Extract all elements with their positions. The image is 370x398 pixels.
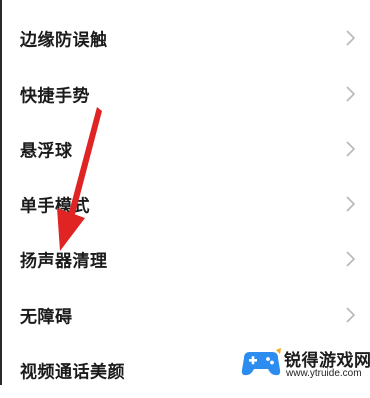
settings-item-label: 视频通话美颜 bbox=[20, 362, 125, 383]
settings-item-label: 悬浮球 bbox=[20, 141, 73, 162]
chevron-right-icon bbox=[343, 307, 357, 323]
settings-item-floating-ball[interactable]: 悬浮球 bbox=[0, 121, 370, 177]
chevron-right-icon bbox=[343, 30, 357, 46]
settings-item-label: 快捷手势 bbox=[20, 86, 90, 107]
chevron-right-icon bbox=[343, 196, 357, 212]
settings-item-label: 无障碍 bbox=[20, 307, 73, 328]
gamepad-icon bbox=[240, 348, 282, 378]
settings-item-accessibility[interactable]: 无障碍 bbox=[0, 287, 370, 343]
settings-list: 边缘防误触 快捷手势 悬浮球 单手模式 扬声器清理 无障碍 视频通话美颜 bbox=[0, 0, 370, 385]
chevron-right-icon bbox=[343, 141, 357, 157]
settings-item-label: 扬声器清理 bbox=[20, 251, 108, 272]
watermark-url: www.ytruide.com bbox=[286, 368, 362, 379]
chevron-right-icon bbox=[343, 251, 357, 267]
settings-item-label: 单手模式 bbox=[20, 196, 90, 217]
settings-item-speaker-cleaning[interactable]: 扬声器清理 bbox=[0, 231, 370, 287]
settings-item-quick-gestures[interactable]: 快捷手势 bbox=[0, 66, 370, 122]
watermark: 锐得游戏网 www.ytruide.com bbox=[240, 344, 370, 382]
settings-item-one-handed-mode[interactable]: 单手模式 bbox=[0, 176, 370, 232]
settings-item-label: 边缘防误触 bbox=[20, 30, 108, 51]
settings-item-edge-touch-protection[interactable]: 边缘防误触 bbox=[0, 10, 370, 66]
chevron-right-icon bbox=[343, 86, 357, 102]
